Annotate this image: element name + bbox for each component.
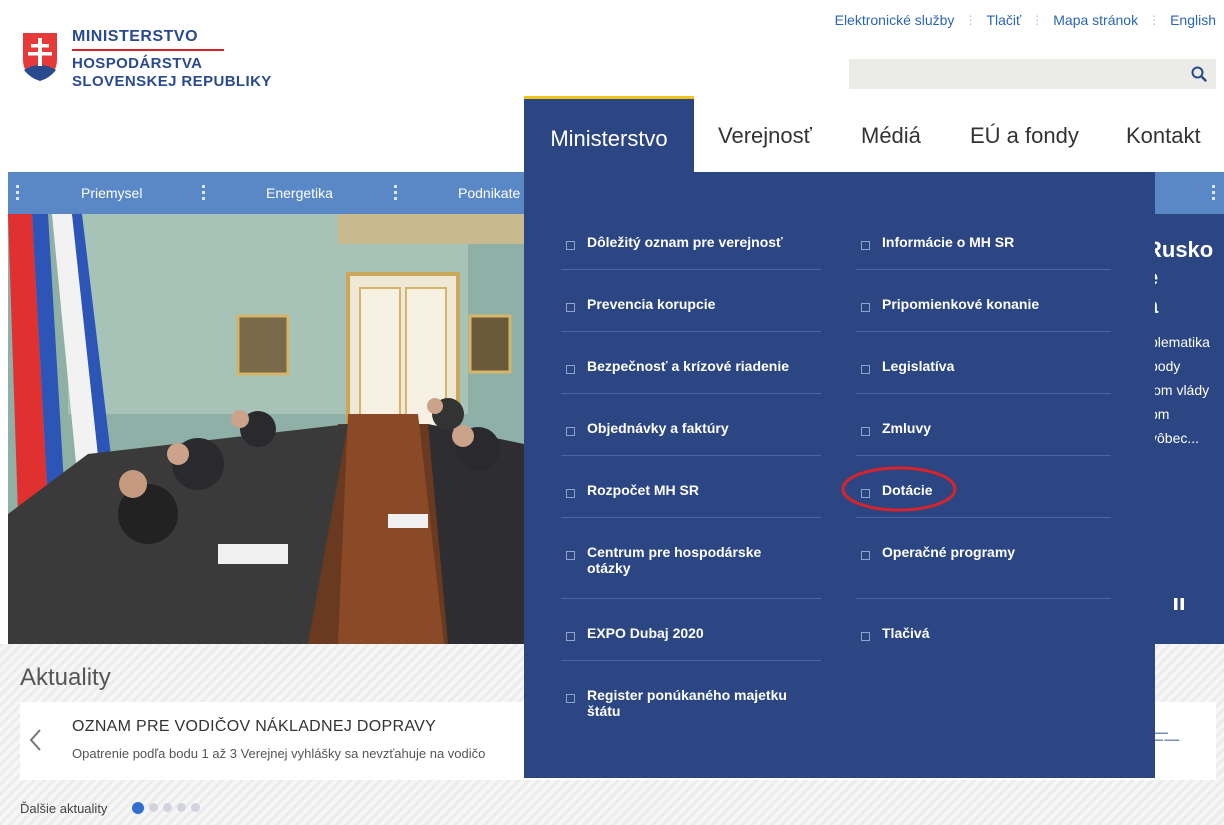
square-bullet-icon xyxy=(566,632,575,641)
dropdown-item-label[interactable]: Objednávky a faktúry xyxy=(587,420,807,436)
square-bullet-icon xyxy=(861,551,870,560)
link-english[interactable]: English xyxy=(1170,12,1216,28)
logo-text-republiky: SLOVENSKEJ REPUBLIKY xyxy=(72,73,272,90)
square-bullet-icon xyxy=(861,303,870,312)
dropdown-item-label[interactable]: Bezpečnosť a krízové riadenie xyxy=(587,358,807,374)
category-podnikanie[interactable]: Podnikate xyxy=(458,185,520,201)
hero-image[interactable] xyxy=(8,214,524,644)
link-tlacit[interactable]: Tlačiť xyxy=(986,12,1021,28)
news-pager xyxy=(132,802,200,814)
separator-icon: ⋮ xyxy=(1031,13,1044,27)
square-bullet-icon xyxy=(861,427,870,436)
dropdown-item[interactable]: Legislatíva xyxy=(856,332,1111,394)
dots-separator-icon xyxy=(202,185,206,201)
pager-dot-2[interactable] xyxy=(149,803,158,812)
coat-of-arms-icon xyxy=(21,31,59,84)
dropdown-item-label[interactable]: Pripomienkové konanie xyxy=(882,296,1102,312)
square-bullet-icon xyxy=(566,694,575,703)
logo-text-hospodarstva: HOSPODÁRSTVA xyxy=(72,55,203,72)
dropdown-item-label[interactable]: Operačné programy xyxy=(882,544,1102,560)
dropdown-item[interactable]: Pripomienkové konanie xyxy=(856,270,1111,332)
dots-separator-icon xyxy=(1212,185,1216,201)
more-news-link[interactable]: Ďalšie aktuality xyxy=(20,801,107,816)
link-mapa-stranok[interactable]: Mapa stránok xyxy=(1053,12,1138,28)
dropdown-item-label[interactable]: Centrum pre hospodárske otázky xyxy=(587,544,787,576)
square-bullet-icon xyxy=(861,632,870,641)
meeting-photo xyxy=(8,214,524,644)
dropdown-item-label[interactable]: Rozpočet MH SR xyxy=(587,482,807,498)
news-heading: Aktuality xyxy=(20,664,111,691)
link-elektronicke-sluzby[interactable]: Elektronické služby xyxy=(835,12,955,28)
square-bullet-icon xyxy=(566,365,575,374)
nav-kontakt[interactable]: Kontakt xyxy=(1126,96,1201,172)
pager-dot-3[interactable] xyxy=(163,803,172,812)
pause-icon[interactable] xyxy=(1172,597,1186,611)
dropdown-item[interactable]: Prevencia korupcie xyxy=(561,270,821,332)
dropdown-item[interactable]: Register ponúkaného majetku štátu xyxy=(561,661,821,722)
square-bullet-icon xyxy=(566,303,575,312)
square-bullet-icon xyxy=(566,241,575,250)
dropdown-item[interactable]: Zmluvy xyxy=(856,394,1111,456)
dropdown-item[interactable]: Bezpečnosť a krízové riadenie xyxy=(561,332,821,394)
dropdown-item[interactable]: EXPO Dubaj 2020 xyxy=(561,599,821,661)
dropdown-item[interactable]: Rozpočet MH SR xyxy=(561,456,821,518)
nav-verejnost[interactable]: Verejnosť xyxy=(718,96,812,172)
dropdown-item-label[interactable]: Register ponúkaného majetku štátu xyxy=(587,687,787,719)
dropdown-item[interactable]: Informácie o MH SR xyxy=(856,208,1111,270)
news-excerpt: Opatrenie podľa bodu 1 až 3 Verejnej vyh… xyxy=(72,746,486,761)
square-bullet-icon xyxy=(861,365,870,374)
chevron-left-icon[interactable] xyxy=(28,727,44,753)
hero-text: blematika body lom vlády om vôbec... xyxy=(1150,334,1210,446)
dropdown-item-label[interactable]: Informácie o MH SR xyxy=(882,234,1102,250)
separator-icon: ⋮ xyxy=(964,13,977,27)
dropdown-column-left: Dôležitý oznam pre verejnosť Prevencia k… xyxy=(561,208,821,722)
dots-separator-icon xyxy=(394,185,398,201)
nav-ministerstvo[interactable]: Ministerstvo xyxy=(524,96,694,172)
category-priemysel[interactable]: Priemysel xyxy=(81,185,142,201)
logo-text-ministerstvo: MINISTERSTVO xyxy=(72,28,199,45)
search-input[interactable] xyxy=(849,59,1189,89)
search-box xyxy=(849,59,1216,89)
nav-eu-a-fondy[interactable]: EÚ a fondy xyxy=(970,96,1079,172)
site-logo[interactable]: MINISTERSTVO HOSPODÁRSTVA SLOVENSKEJ REP… xyxy=(20,28,280,98)
category-energetika[interactable]: Energetika xyxy=(266,185,333,201)
highlight-ellipse xyxy=(841,466,957,512)
dropdown-item-label[interactable]: EXPO Dubaj 2020 xyxy=(587,625,807,641)
dropdown-item-label[interactable]: Legislatíva xyxy=(882,358,1102,374)
dots-separator-icon xyxy=(16,185,20,201)
square-bullet-icon xyxy=(566,551,575,560)
hero-title: Rusko e a xyxy=(1146,237,1214,318)
dropdown-column-right: Informácie o MH SR Pripomienkové konanie… xyxy=(856,208,1111,660)
dropdown-item-label[interactable]: Prevencia korupcie xyxy=(587,296,807,312)
main-nav: Ministerstvo Verejnosť Médiá EÚ a fondy … xyxy=(524,96,1224,172)
dropdown-item-label[interactable]: Tlačivá xyxy=(882,625,1102,641)
dropdown-item[interactable]: Centrum pre hospodárske otázky xyxy=(561,518,821,599)
pager-dot-1[interactable] xyxy=(132,802,144,814)
dropdown-item-label[interactable]: Dôležitý oznam pre verejnosť xyxy=(587,234,807,250)
utility-nav: Elektronické služby ⋮ Tlačiť ⋮ Mapa strá… xyxy=(835,12,1216,28)
square-bullet-icon xyxy=(861,241,870,250)
dropdown-item[interactable]: Objednávky a faktúry xyxy=(561,394,821,456)
pager-dot-5[interactable] xyxy=(191,803,200,812)
square-bullet-icon xyxy=(566,427,575,436)
dropdown-item[interactable]: Tlačivá xyxy=(856,599,1111,660)
pager-dot-4[interactable] xyxy=(177,803,186,812)
logo-underline xyxy=(72,49,224,51)
dropdown-item[interactable]: Dôležitý oznam pre verejnosť xyxy=(561,208,821,270)
square-bullet-icon xyxy=(566,489,575,498)
nav-media[interactable]: Médiá xyxy=(861,96,921,172)
search-icon[interactable] xyxy=(1190,65,1208,83)
news-title[interactable]: OZNAM PRE VODIČOV NÁKLADNEJ DOPRAVY xyxy=(72,718,436,736)
dropdown-item-label[interactable]: Zmluvy xyxy=(882,420,1102,436)
dropdown-item[interactable]: Operačné programy xyxy=(856,518,1111,599)
separator-icon: ⋮ xyxy=(1148,13,1161,27)
